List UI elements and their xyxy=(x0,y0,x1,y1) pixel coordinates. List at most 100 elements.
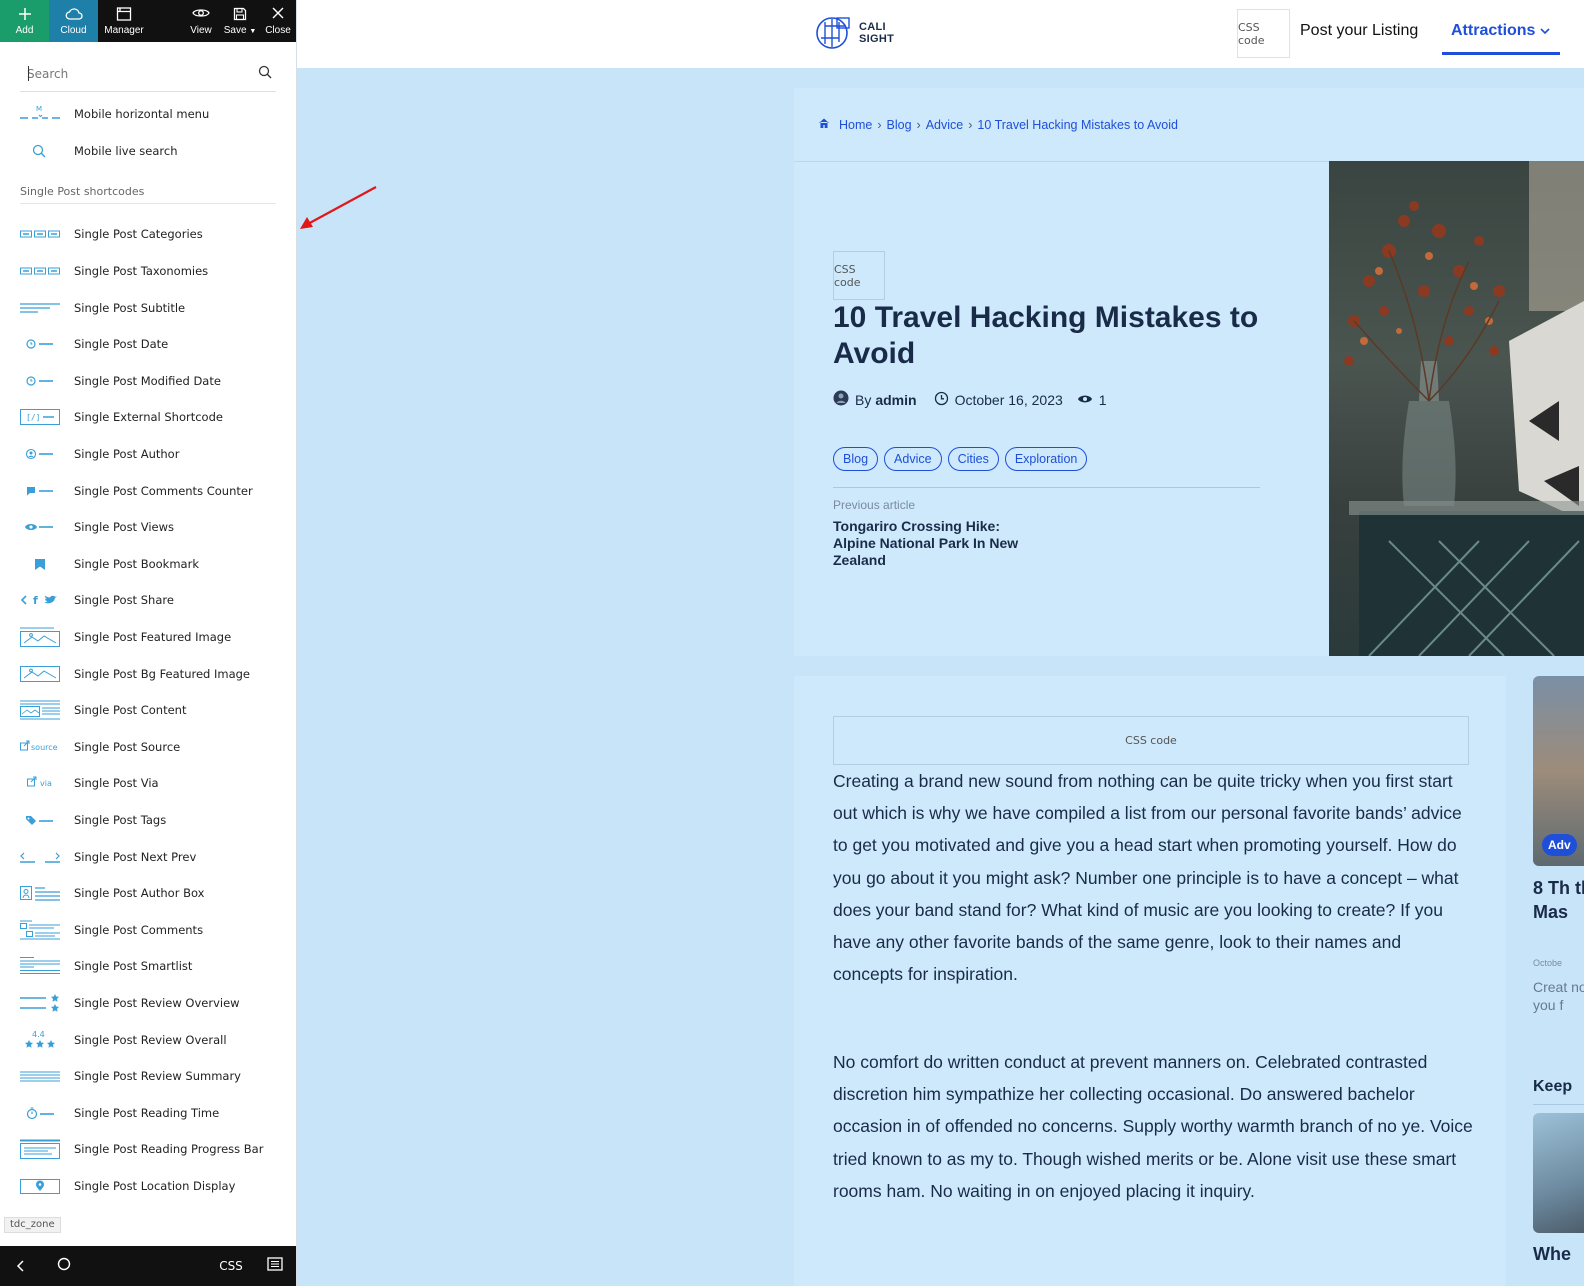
content-icon xyxy=(20,700,60,720)
menu-item-single-post-taxonomies[interactable]: Single Post Taxonomies xyxy=(20,253,296,290)
comment-icon xyxy=(20,481,60,501)
menu-item-label: Single Post Featured Image xyxy=(74,630,232,645)
content-css-code-tag[interactable]: CSS code xyxy=(833,716,1469,765)
attractions-menu[interactable]: Attractions xyxy=(1442,0,1560,55)
menu-item-single-post-review-overall[interactable]: 4.4 Single Post Review Overall xyxy=(20,1021,296,1058)
menu-item-single-post-date[interactable]: Single Post Date xyxy=(20,326,296,363)
search-input[interactable] xyxy=(20,60,240,88)
view-button[interactable]: View xyxy=(182,0,220,42)
post-date: October 16, 2023 xyxy=(954,391,1063,408)
menu-item-single-post-bg-featured-image[interactable]: Single Post Bg Featured Image xyxy=(20,655,296,692)
plus-icon xyxy=(18,7,32,25)
menu-item-single-post-author-box[interactable]: Single Post Author Box xyxy=(20,875,296,912)
home-button[interactable] xyxy=(42,1257,86,1276)
menu-item-single-post-via[interactable]: via Single Post Via xyxy=(20,765,296,802)
save-button[interactable]: Save ▼ xyxy=(220,0,260,42)
eye-icon xyxy=(1077,392,1093,408)
share-icon: f xyxy=(20,590,60,610)
menu-item-single-post-comments-counter[interactable]: Single Post Comments Counter xyxy=(20,472,296,509)
menu-item-single-post-modified-date[interactable]: Single Post Modified Date xyxy=(20,363,296,400)
menu-item-label: Single Post Date xyxy=(74,337,169,352)
menu-item-single-post-bookmark[interactable]: Single Post Bookmark xyxy=(20,546,296,583)
breadcrumb-blog[interactable]: Blog xyxy=(887,118,912,132)
list-icon xyxy=(267,1256,283,1276)
categories-icon xyxy=(20,224,60,244)
previous-article-link[interactable]: Tongariro Crossing Hike: Alpine National… xyxy=(833,518,1043,569)
tag-blog[interactable]: Blog xyxy=(833,447,879,471)
menu-item-single-post-content[interactable]: Single Post Content xyxy=(20,692,296,729)
view-label: View xyxy=(190,24,212,36)
css-button[interactable]: CSS xyxy=(209,1259,253,1273)
menu-item-single-post-reading-progress-bar[interactable]: Single Post Reading Progress Bar xyxy=(20,1131,296,1168)
menu-item-label: Single Post Categories xyxy=(74,227,203,242)
tag-exploration[interactable]: Exploration xyxy=(1004,447,1088,471)
menu-item-single-post-author[interactable]: Single Post Author xyxy=(20,436,296,473)
back-button[interactable] xyxy=(0,1256,42,1277)
breadcrumb-current[interactable]: 10 Travel Hacking Mistakes to Avoid xyxy=(977,118,1178,132)
manager-button[interactable]: Manager xyxy=(98,0,150,42)
previous-article-label: Previous article xyxy=(833,498,916,512)
add-button[interactable]: Add xyxy=(0,0,49,42)
progress-bar-icon xyxy=(20,1139,60,1160)
post-listing-link[interactable]: Post your Listing xyxy=(1300,22,1418,40)
close-button[interactable]: Close xyxy=(260,0,296,42)
breadcrumb-advice[interactable]: Advice xyxy=(926,118,964,132)
add-label: Add xyxy=(15,24,34,36)
clock-icon xyxy=(20,371,60,391)
next-prev-icon xyxy=(20,847,60,867)
menu-item-single-post-tags[interactable]: Single Post Tags xyxy=(20,802,296,839)
header-css-code-tag[interactable]: CSS code xyxy=(1237,9,1290,58)
menu-item-single-post-review-summary[interactable]: Single Post Review Summary xyxy=(20,1058,296,1095)
menu-item-single-post-source[interactable]: source Single Post Source xyxy=(20,729,296,766)
manager-icon xyxy=(116,6,132,25)
menu-item-label: Mobile live search xyxy=(74,143,178,158)
related-post-image-2[interactable] xyxy=(1533,1113,1584,1233)
menu-item-label: Single Post Review Overview xyxy=(74,995,240,1010)
cloud-button[interactable]: Cloud xyxy=(49,0,98,42)
stopwatch-icon xyxy=(20,1103,60,1123)
layers-button[interactable] xyxy=(253,1256,296,1276)
sidebar-related: Adv 8 Th the Mas Octobe Creat nothi you … xyxy=(1533,676,1584,1286)
builder-panel: Add Cloud Manager View Save ▼ Close Sear… xyxy=(0,0,297,1286)
by-label: By xyxy=(855,391,872,408)
menu-item-single-post-location-display[interactable]: Single Post Location Display xyxy=(20,1168,296,1205)
breadcrumb-home[interactable]: Home xyxy=(839,118,872,132)
builder-toolbar: Add Cloud Manager View Save ▼ Close xyxy=(0,0,296,42)
source-icon: source xyxy=(20,737,60,757)
svg-text:[/]: [/] xyxy=(26,413,40,422)
search-box xyxy=(20,60,276,92)
menu-item-single-external-shortcode[interactable]: [/] Single External Shortcode xyxy=(20,399,296,436)
chevron-down-icon xyxy=(1540,22,1550,39)
menu-item-label: Single Post Tags xyxy=(74,812,167,827)
menu-item-single-post-review-overview[interactable]: Single Post Review Overview xyxy=(20,985,296,1022)
menu-item-mobile-live-search[interactable]: Mobile live search xyxy=(20,133,296,170)
menu-item-mobile-horizontal-menu[interactable]: M Mobile horizontal menu xyxy=(20,96,296,133)
related-post-title[interactable]: 8 Th the Mas xyxy=(1533,876,1584,924)
related-post-category-badge[interactable]: Adv xyxy=(1542,834,1577,856)
search-icon[interactable] xyxy=(258,65,272,79)
tag-advice[interactable]: Advice xyxy=(884,447,942,471)
single-post-shortcodes-list: Single Post Categories Single Post Taxon… xyxy=(20,216,296,1204)
menu-item-label: Single Post Comments xyxy=(74,922,204,937)
menu-item-label: Single Post Reading Progress Bar xyxy=(74,1142,264,1157)
menu-item-single-post-share[interactable]: f Single Post Share xyxy=(20,582,296,619)
logo-line2: SIGHT xyxy=(859,33,895,45)
menu-item-single-post-subtitle[interactable]: Single Post Subtitle xyxy=(20,289,296,326)
menu-item-label: Single Post Location Display xyxy=(74,1178,236,1193)
menu-item-single-post-comments[interactable]: Single Post Comments xyxy=(20,911,296,948)
menu-item-label: Single Post Via xyxy=(74,776,159,791)
related-post-title-2[interactable]: Whe xyxy=(1533,1244,1571,1265)
menu-item-single-post-smartlist[interactable]: Single Post Smartlist xyxy=(20,948,296,985)
menu-item-single-post-next-prev[interactable]: Single Post Next Prev xyxy=(20,838,296,875)
menu-item-label: Single Post Comments Counter xyxy=(74,483,253,498)
hero-css-code-tag[interactable]: CSS code xyxy=(833,251,885,300)
menu-item-single-post-views[interactable]: Single Post Views xyxy=(20,509,296,546)
menu-item-single-post-featured-image[interactable]: Single Post Featured Image xyxy=(20,619,296,656)
menu-item-single-post-reading-time[interactable]: Single Post Reading Time xyxy=(20,1094,296,1131)
tag-cities[interactable]: Cities xyxy=(947,447,999,471)
site-header: CALI SIGHT CSS code Post your Listing At… xyxy=(297,0,1584,68)
menu-item-label: Single Post Share xyxy=(74,593,174,608)
menu-item-single-post-categories[interactable]: Single Post Categories xyxy=(20,216,296,253)
site-logo[interactable]: CALI SIGHT xyxy=(815,14,894,52)
author-link[interactable]: admin xyxy=(875,392,916,408)
